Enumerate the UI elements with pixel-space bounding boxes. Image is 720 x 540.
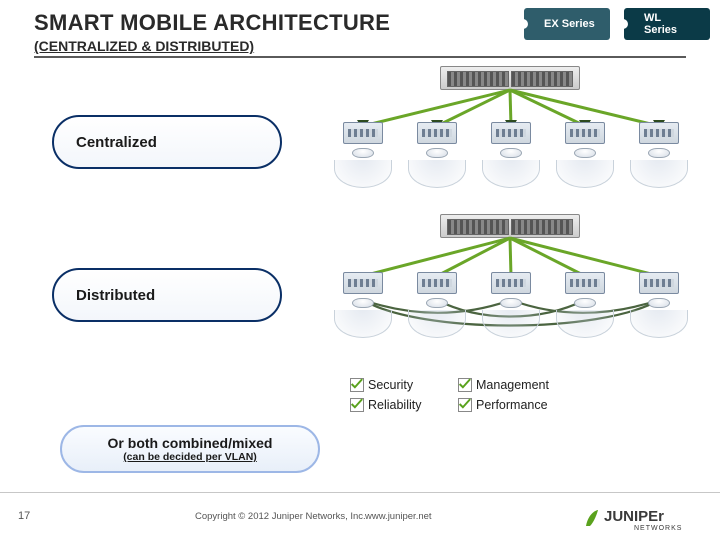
combined-label-box: Or both combined/mixed (can be decided p… [60,425,320,473]
wl-series-tag: WL Series [624,8,710,40]
distributed-label-box: Distributed [52,268,282,322]
footer-url: www.juniper.net [365,511,432,522]
access-point-icon [330,122,396,188]
access-point-icon [330,272,396,338]
ex-series-tag: EX Series [524,8,610,40]
combined-label-line1: Or both combined/mixed [108,435,273,451]
centralized-label: Centralized [76,134,157,151]
checkmark-icon [458,378,472,392]
page-number: 17 [18,510,30,522]
copyright-text: Copyright © 2012 Juniper Networks, Inc. [195,511,366,522]
access-point-icon [478,272,544,338]
feature-security: Security [368,378,458,392]
combined-label-line2: (can be decided per VLAN) [123,451,257,463]
svg-text:NETWORKS: NETWORKS [634,525,682,532]
centralized-diagram [330,66,690,211]
checkmark-icon [350,378,364,392]
feature-reliability: Reliability [368,398,458,412]
feature-performance: Performance [476,398,586,412]
features-checklist: Security Management Reliability Performa… [350,378,586,412]
access-point-icon [552,122,618,188]
ex-series-label: EX Series [544,18,595,30]
access-point-icon [404,122,470,188]
checkmark-icon [458,398,472,412]
access-point-icon [404,272,470,338]
access-point-icon [478,122,544,188]
feature-management: Management [476,378,586,392]
access-point-icon [552,272,618,338]
access-point-icon [626,122,692,188]
access-point-icon [626,272,692,338]
checkmark-icon [350,398,364,412]
juniper-logo: JUNIPEr NETWORKS [584,504,694,532]
distributed-diagram [330,214,690,374]
puzzle-notch-icon [618,19,628,29]
centralized-label-box: Centralized [52,115,282,169]
juniper-logo-icon: JUNIPEr NETWORKS [584,504,694,532]
puzzle-notch-icon [518,19,528,29]
page-subtitle: (CENTRALIZED & DISTRIBUTED) [34,38,686,54]
distributed-label: Distributed [76,287,155,304]
svg-text:JUNIPEr: JUNIPEr [604,508,664,525]
slide-footer: 17 Copyright © 2012 Juniper Networks, In… [0,492,720,540]
wl-series-label: WL Series [644,12,696,36]
